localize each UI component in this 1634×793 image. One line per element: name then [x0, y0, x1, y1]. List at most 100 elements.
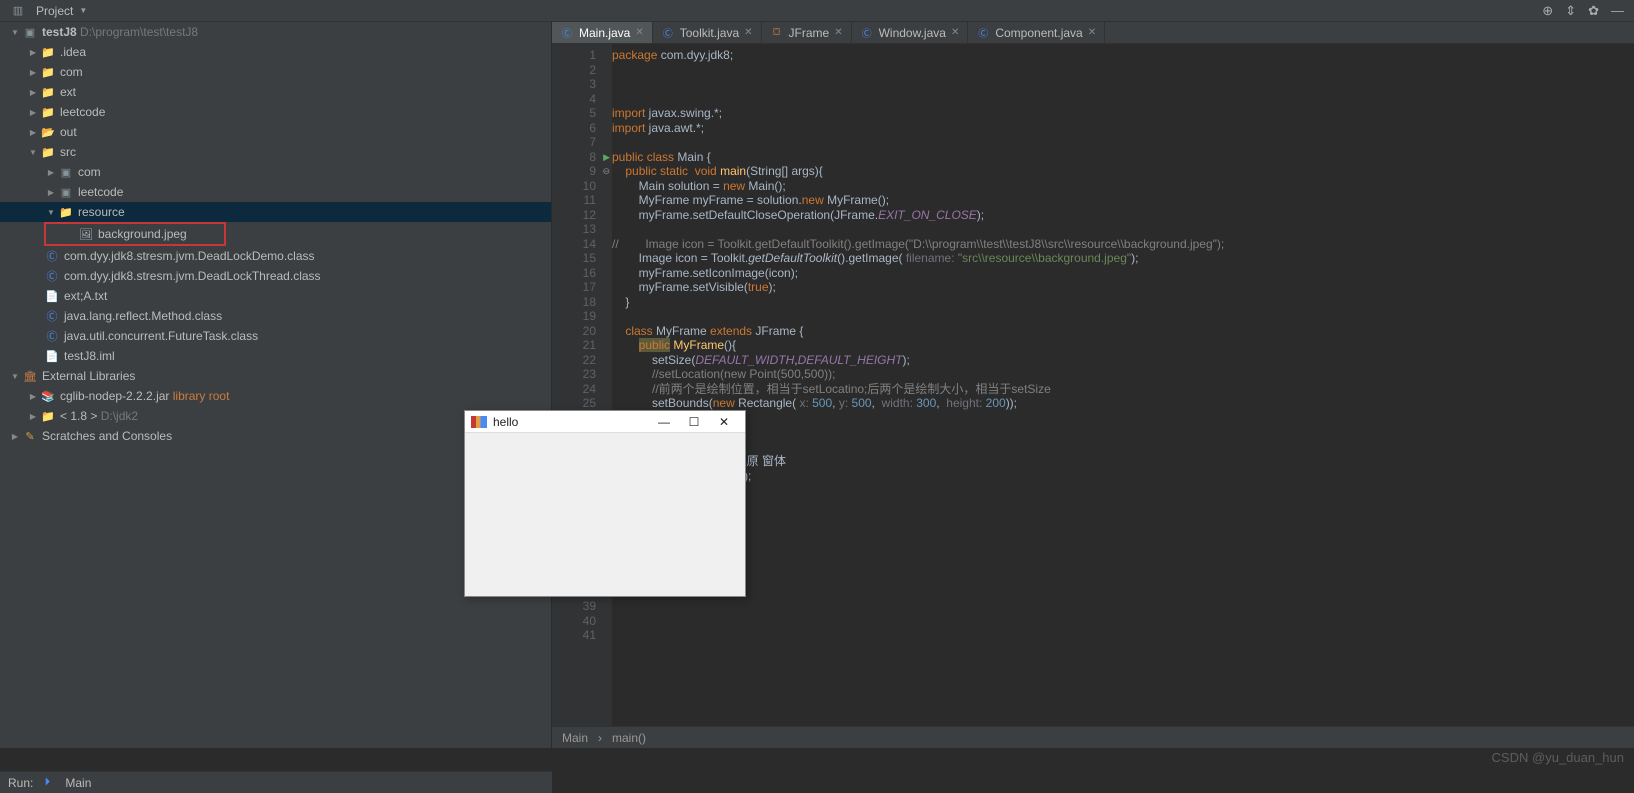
tab-component-java[interactable]: ⒸComponent.java✕: [968, 22, 1105, 43]
app-window-hello[interactable]: hello — ☐ ✕: [464, 410, 746, 597]
tree-item-class[interactable]: Ⓒcom.dyy.jdk8.stresm.jvm.DeadLockThread.…: [0, 266, 551, 286]
class-icon: Ⓒ: [560, 26, 574, 40]
library-icon: 🏛: [22, 368, 38, 384]
folder-icon: 📁: [58, 204, 74, 220]
code-content[interactable]: package com.dyy.jdk8; import javax.swing…: [612, 44, 1634, 726]
run-label: Run:: [8, 776, 33, 790]
close-icon[interactable]: ✕: [635, 27, 643, 38]
class-icon: Ⓒ: [44, 268, 60, 284]
chevron-right-icon[interactable]: ▶: [26, 68, 40, 77]
minimize-button[interactable]: —: [649, 415, 679, 429]
maximize-button[interactable]: ☐: [679, 415, 709, 429]
gear-icon[interactable]: ✿: [1588, 3, 1599, 19]
run-config-icon: ⏵: [39, 775, 55, 791]
editor-area: ⒸMain.java✕ ⒸToolkit.java✕ ⛋JFrame✕ ⒸWin…: [552, 22, 1634, 748]
target-icon[interactable]: ⊕: [1542, 3, 1553, 19]
close-icon[interactable]: ✕: [951, 27, 959, 38]
chevron-down-icon[interactable]: ▼: [26, 148, 40, 157]
folder-icon: 📁: [40, 64, 56, 80]
tree-item-class[interactable]: Ⓒjava.lang.reflect.Method.class: [0, 306, 551, 326]
class-icon: Ⓒ: [44, 328, 60, 344]
run-config-name[interactable]: Main: [65, 776, 91, 790]
collapse-icon[interactable]: ⇕: [1565, 3, 1576, 19]
tree-item-resource[interactable]: ▼📁resource: [0, 202, 551, 222]
tree-item-iml[interactable]: 📄testJ8.iml: [0, 346, 551, 366]
iml-file-icon: 📄: [44, 348, 60, 364]
folder-icon: ▣: [22, 24, 38, 40]
editor-gutter: 1 2 3 4 5 6 7 8 9 10 11 12 13 14 15 16 1…: [552, 44, 612, 726]
close-icon[interactable]: ✕: [1088, 27, 1096, 38]
chevron-down-icon[interactable]: ▼: [44, 208, 58, 217]
tree-item-class[interactable]: Ⓒcom.dyy.jdk8.stresm.jvm.DeadLockDemo.cl…: [0, 246, 551, 266]
folder-icon: 📁: [40, 84, 56, 100]
class-icon: Ⓒ: [44, 308, 60, 324]
folder-icon: 📁: [40, 104, 56, 120]
chevron-right-icon[interactable]: ▶: [26, 412, 40, 421]
tab-window-java[interactable]: ⒸWindow.java✕: [852, 22, 969, 43]
tab-main-java[interactable]: ⒸMain.java✕: [552, 22, 653, 43]
fold-icon[interactable]: ⊖: [602, 164, 610, 179]
window-app-icon: [471, 416, 487, 428]
breadcrumb-separator: ›: [598, 731, 602, 745]
close-icon[interactable]: ✕: [744, 27, 752, 38]
window-titlebar[interactable]: hello — ☐ ✕: [465, 411, 745, 433]
tree-item-out[interactable]: ▶📂out: [0, 122, 551, 142]
gutter-marks: ▶ ⊖: [602, 48, 610, 179]
file-tree[interactable]: ▼ ▣ testJ8 D:\program\test\testJ8 ▶📁.ide…: [0, 22, 552, 748]
jdk-icon: 📁: [40, 408, 56, 424]
window-title: hello: [493, 415, 649, 429]
tree-item-com[interactable]: ▶📁com: [0, 62, 551, 82]
tree-item-src-com[interactable]: ▶▣com: [0, 162, 551, 182]
tree-item-external-libs[interactable]: ▼🏛External Libraries: [0, 366, 551, 386]
chevron-down-icon[interactable]: ▼: [8, 28, 22, 37]
folder-icon: 📁: [40, 144, 56, 160]
tree-root[interactable]: ▼ ▣ testJ8 D:\program\test\testJ8: [0, 22, 551, 42]
run-gutter-icon[interactable]: ▶: [602, 150, 610, 165]
image-file-icon: 🖼: [78, 226, 94, 242]
watermark: CSDN @yu_duan_hun: [1492, 750, 1624, 765]
breadcrumb-item[interactable]: Main: [562, 731, 588, 745]
tree-item-cglib[interactable]: ▶📚cglib-nodep-2.2.2.jar library root: [0, 386, 551, 406]
class-icon: Ⓒ: [860, 26, 874, 40]
close-icon[interactable]: ✕: [834, 27, 842, 38]
project-toolbar: ▥ Project ▼ ⊕ ⇕ ✿ —: [0, 0, 1634, 22]
jar-icon: 📚: [40, 388, 56, 404]
tab-toolkit-java[interactable]: ⒸToolkit.java✕: [653, 22, 762, 43]
scratch-icon: ✎: [22, 428, 38, 444]
project-dropdown-icon[interactable]: ▼: [79, 6, 87, 15]
chevron-right-icon[interactable]: ▶: [26, 128, 40, 137]
package-icon: ▣: [58, 184, 74, 200]
editor-tabs: ⒸMain.java✕ ⒸToolkit.java✕ ⛋JFrame✕ ⒸWin…: [552, 22, 1634, 44]
tree-item-src-leetcode[interactable]: ▶▣leetcode: [0, 182, 551, 202]
tree-item-class[interactable]: Ⓒjava.util.concurrent.FutureTask.class: [0, 326, 551, 346]
tab-jframe[interactable]: ⛋JFrame✕: [762, 22, 852, 43]
package-icon: ▣: [58, 164, 74, 180]
tree-item-leetcode[interactable]: ▶📁leetcode: [0, 102, 551, 122]
hide-icon[interactable]: —: [1611, 3, 1624, 19]
project-label[interactable]: Project: [36, 4, 73, 18]
tree-item-background-jpeg[interactable]: 🖼background.jpeg: [46, 224, 224, 244]
chevron-right-icon[interactable]: ▶: [26, 108, 40, 117]
folder-icon: 📁: [40, 44, 56, 60]
chevron-right-icon[interactable]: ▶: [44, 168, 58, 177]
breadcrumb-item[interactable]: main(): [612, 731, 646, 745]
close-button[interactable]: ✕: [709, 415, 739, 429]
class-icon: Ⓒ: [661, 26, 675, 40]
root-path: D:\program\test\testJ8: [80, 25, 198, 39]
chevron-right-icon[interactable]: ▶: [8, 432, 22, 441]
chevron-right-icon[interactable]: ▶: [26, 48, 40, 57]
class-icon: Ⓒ: [44, 248, 60, 264]
breadcrumb: Main › main(): [552, 726, 1634, 748]
tree-item-src[interactable]: ▼📁src: [0, 142, 551, 162]
tree-item-idea[interactable]: ▶📁.idea: [0, 42, 551, 62]
chevron-right-icon[interactable]: ▶: [44, 188, 58, 197]
tree-item-txt[interactable]: 📄ext;A.txt: [0, 286, 551, 306]
folder-icon: 📂: [40, 124, 56, 140]
chevron-down-icon[interactable]: ▼: [8, 372, 22, 381]
text-file-icon: 📄: [44, 288, 60, 304]
chevron-right-icon[interactable]: ▶: [26, 88, 40, 97]
chevron-right-icon[interactable]: ▶: [26, 392, 40, 401]
class-icon: ⛋: [770, 26, 784, 40]
tree-item-ext[interactable]: ▶📁ext: [0, 82, 551, 102]
editor-body[interactable]: 1 2 3 4 5 6 7 8 9 10 11 12 13 14 15 16 1…: [552, 44, 1634, 726]
